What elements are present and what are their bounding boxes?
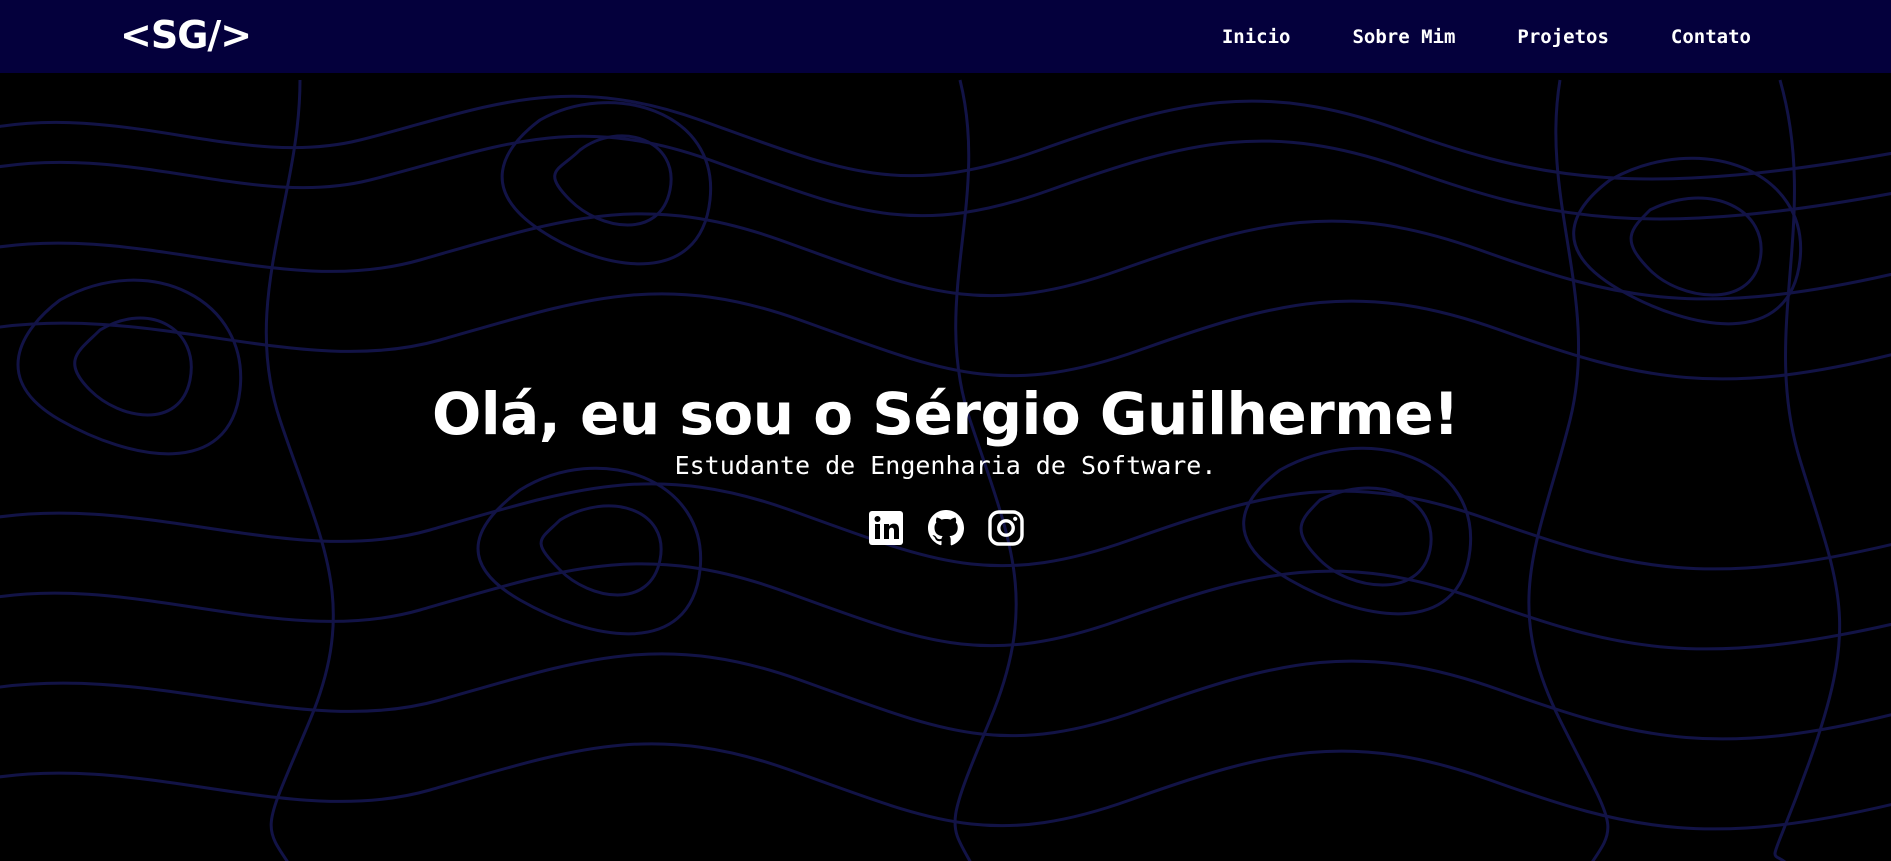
logo-link[interactable]: <SG/> [120,13,252,57]
hero-subtitle: Estudante de Engenharia de Software. [674,451,1217,480]
hero-section: Olá, eu sou o Sérgio Guilherme! Estudant… [0,378,1891,482]
nav-link-sobre-mim[interactable]: Sobre Mim [1352,26,1455,48]
site-header: <SG/> Inicio Sobre Mim Projetos Contato [0,0,1891,73]
social-links [0,508,1891,548]
nav-link-inicio[interactable]: Inicio [1222,26,1291,48]
instagram-icon[interactable] [986,508,1026,548]
nav-link-contato[interactable]: Contato [1671,26,1751,48]
github-icon[interactable] [926,508,966,548]
linkedin-icon[interactable] [866,508,906,548]
nav-link-projetos[interactable]: Projetos [1517,26,1609,48]
hero-title: Olá, eu sou o Sérgio Guilherme! [431,380,1460,448]
main-nav: Inicio Sobre Mim Projetos Contato [1222,0,1751,73]
